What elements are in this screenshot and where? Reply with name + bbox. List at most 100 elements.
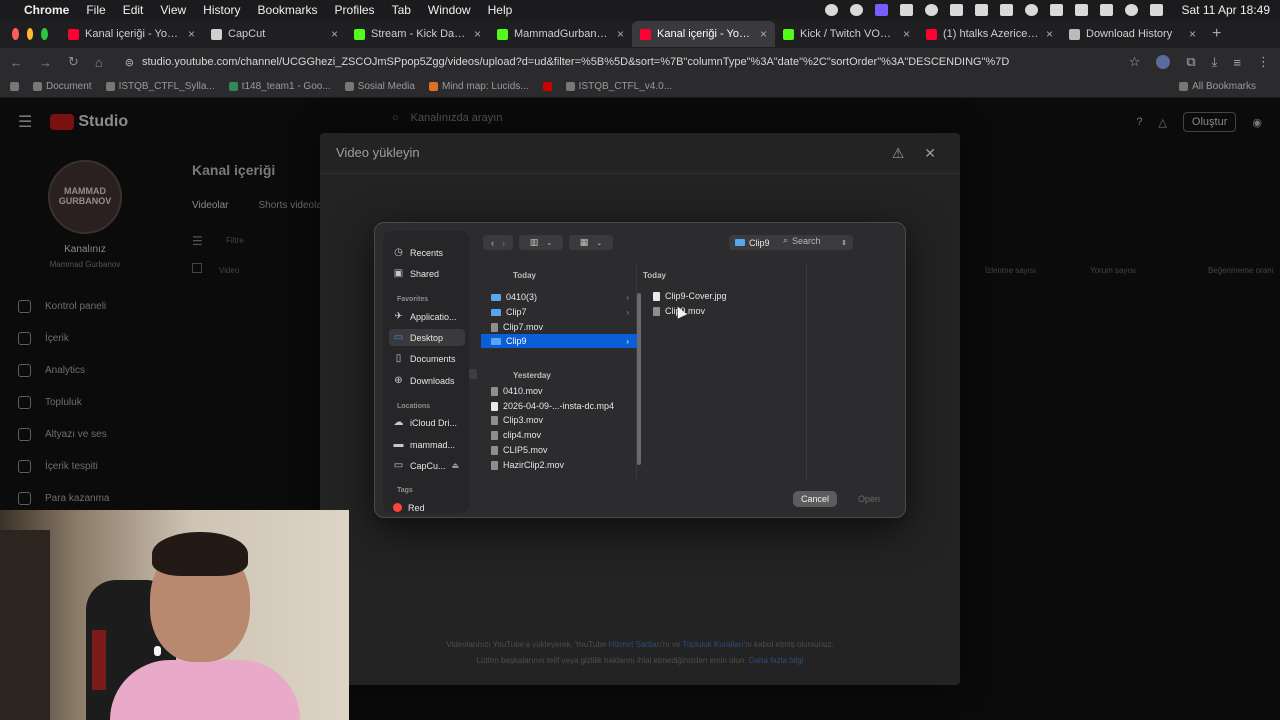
bookmark-mind-map[interactable]: Mind map: Lucids... <box>428 81 529 92</box>
nav-community[interactable]: Topluluk <box>18 386 109 418</box>
close-window-button[interactable] <box>12 28 19 40</box>
all-bookmarks[interactable]: All Bookmarks <box>1179 81 1256 92</box>
notifications-bell-icon[interactable]: △ <box>1158 116 1166 129</box>
reload-icon[interactable]: ↻ <box>68 54 79 70</box>
tab-vod-downloader[interactable]: Kick / Twitch VOD downl × <box>775 21 918 47</box>
column-scrollbar[interactable] <box>637 293 641 465</box>
record-icon[interactable] <box>825 4 839 16</box>
wifi-icon[interactable] <box>1075 4 1089 16</box>
menu-view[interactable]: View <box>160 3 186 17</box>
nav-subtitles[interactable]: Altyazı ve ses <box>18 418 109 450</box>
group-by-button[interactable]: ▦ ⌄ <box>569 235 613 250</box>
keyboard-a-icon[interactable] <box>1050 4 1064 16</box>
new-tab-button[interactable]: + <box>1204 25 1229 43</box>
tab-kick-mammadgurbanov[interactable]: MammadGurbanov - Wat × <box>489 21 632 47</box>
bookmark-istqb-v4[interactable]: ISTQB_CTFL_v4.0... <box>565 81 672 92</box>
bookmark-sosial-media[interactable]: Sosial Media <box>344 81 415 92</box>
sidebar-icloud-drive[interactable]: ☁ iCloud Dri... <box>389 414 465 431</box>
hamburger-menu-icon[interactable]: ☰ <box>18 112 32 132</box>
channel-avatar[interactable]: MAMMAD GURBANOV <box>48 160 122 234</box>
terms-of-service-link[interactable]: Hizmet Şartları <box>609 640 662 649</box>
forward-chevron-icon[interactable]: › <box>502 238 505 248</box>
help-icon[interactable]: ? <box>1136 116 1142 128</box>
close-tab-icon[interactable]: × <box>331 27 338 41</box>
chrome-status-icon[interactable] <box>925 4 939 16</box>
tab-videos[interactable]: Videolar <box>192 200 229 211</box>
sidebar-recents[interactable]: ◷ Recents <box>389 244 465 261</box>
back-chevron-icon[interactable]: ‹ <box>491 238 494 248</box>
sidebar-applications[interactable]: ✈ Applicatio... <box>389 308 465 325</box>
apps-grid-icon[interactable] <box>10 82 19 91</box>
studio-search[interactable]: ○ Kanalınızda arayın <box>392 112 502 124</box>
learn-more-link[interactable]: Daha fazla bilgi <box>749 656 804 665</box>
camera-icon[interactable] <box>975 4 989 16</box>
close-tab-icon[interactable]: × <box>1046 27 1053 41</box>
sidebar-capcut-volume[interactable]: ▭ CapCu... ⏏ <box>389 457 465 474</box>
menu-tab[interactable]: Tab <box>392 3 411 17</box>
tab-capcut[interactable]: CapCut × <box>203 21 346 47</box>
account-avatar-icon[interactable]: ◉ <box>1252 116 1262 129</box>
menu-dots-icon[interactable]: ⋮ <box>1257 54 1270 70</box>
close-tab-icon[interactable]: × <box>903 27 910 41</box>
screen-share-icon[interactable] <box>875 4 889 16</box>
pen-icon[interactable] <box>900 4 914 16</box>
nav-dashboard[interactable]: Kontrol paneli <box>18 290 109 322</box>
bookmark-t148-team[interactable]: t148_team1 - Goo... <box>228 81 331 92</box>
list-item-clip9-folder[interactable]: Clip9 › <box>481 334 637 348</box>
tab-shorts[interactable]: Shorts videola <box>259 200 322 211</box>
community-guidelines-link[interactable]: Topluluk Kuralları <box>682 640 743 649</box>
downloads-icon[interactable]: ⤓ <box>1212 54 1218 70</box>
home-icon[interactable]: ⌂ <box>95 55 103 70</box>
youtube-logo-icon[interactable] <box>50 114 75 130</box>
menu-file[interactable]: File <box>86 3 105 17</box>
sidebar-tag-red[interactable]: Red <box>389 499 465 516</box>
studio-logo-text[interactable]: Studio <box>78 113 128 131</box>
tab-download-history[interactable]: Download History × <box>1061 21 1204 47</box>
sidebar-mammad-mac[interactable]: ▬ mammad... <box>389 436 465 453</box>
eject-icon[interactable]: ⏏ <box>452 461 460 470</box>
list-item-insta-dc-mp4[interactable]: 2026-04-09-...-insta-dc.mp4 <box>481 399 637 413</box>
tab-kick-dashboard[interactable]: Stream - Kick Dashboard × <box>346 21 489 47</box>
menu-help[interactable]: Help <box>488 3 513 17</box>
network-icon[interactable] <box>1000 4 1014 16</box>
zoom-window-button[interactable] <box>41 28 49 40</box>
view-mode-button[interactable]: ▥ ⌄ <box>519 235 563 250</box>
close-icon[interactable]: ✕ <box>924 145 936 162</box>
close-tab-icon[interactable]: × <box>188 27 195 41</box>
nav-analytics[interactable]: Analytics <box>18 354 109 386</box>
minimize-window-button[interactable] <box>26 28 34 40</box>
list-item-clip7-folder[interactable]: Clip7 › <box>481 305 637 319</box>
open-button[interactable]: Open <box>847 491 891 507</box>
menu-window[interactable]: Window <box>428 3 471 17</box>
dialog-search[interactable]: ⌕ Search <box>783 235 821 246</box>
battery-icon[interactable] <box>1100 4 1114 16</box>
close-tab-icon[interactable]: × <box>1189 27 1196 41</box>
list-item-0410-mov[interactable]: 0410.mov <box>481 384 637 398</box>
tab-youtube-htalks[interactable]: (1) htalks Azerice küfür y × <box>918 21 1061 47</box>
menu-profiles[interactable]: Profiles <box>335 3 375 17</box>
control-center-icon[interactable] <box>1150 4 1164 16</box>
menubar-clock[interactable]: Sat 11 Apr 18:49 <box>1181 3 1270 17</box>
nav-content-detection[interactable]: İçerik tespiti <box>18 450 109 482</box>
nav-content[interactable]: İçerik <box>18 322 109 354</box>
back-arrow-icon[interactable]: ← <box>10 55 23 70</box>
extensions-icon[interactable]: ⧉ <box>1186 54 1195 70</box>
list-item-clip5-mov[interactable]: CLIP5.mov <box>481 443 637 457</box>
bookmark-star-icon[interactable]: ☆ <box>1129 54 1141 70</box>
close-tab-icon[interactable]: × <box>617 27 624 41</box>
filter-icon[interactable]: ☰ <box>192 234 203 248</box>
extension-avatar-icon[interactable] <box>1156 55 1171 69</box>
play-icon[interactable] <box>1025 4 1039 16</box>
list-item-clip9-mov[interactable]: Clip9.mov <box>643 304 807 318</box>
site-info-icon[interactable]: ⊜ <box>125 56 134 69</box>
reading-list-icon[interactable]: ≡ <box>1233 55 1241 70</box>
url-field[interactable]: ⊜ studio.youtube.com/channel/UCGGhezi_ZS… <box>119 51 1129 73</box>
close-tab-icon[interactable]: × <box>474 27 481 41</box>
bookmark-youtube[interactable] <box>542 82 552 91</box>
bookmark-document[interactable]: Document <box>33 81 92 92</box>
list-item-0410-3[interactable]: 0410(3) › <box>481 290 637 304</box>
menu-edit[interactable]: Edit <box>123 3 144 17</box>
bookmark-istqb-syllabus[interactable]: ISTQB_CTFL_Sylla... <box>105 81 215 92</box>
list-item-clip7-mov[interactable]: Clip7.mov <box>481 320 637 334</box>
tab-youtube-studio-active[interactable]: Kanal içeriği - YouTube S × <box>632 21 775 47</box>
